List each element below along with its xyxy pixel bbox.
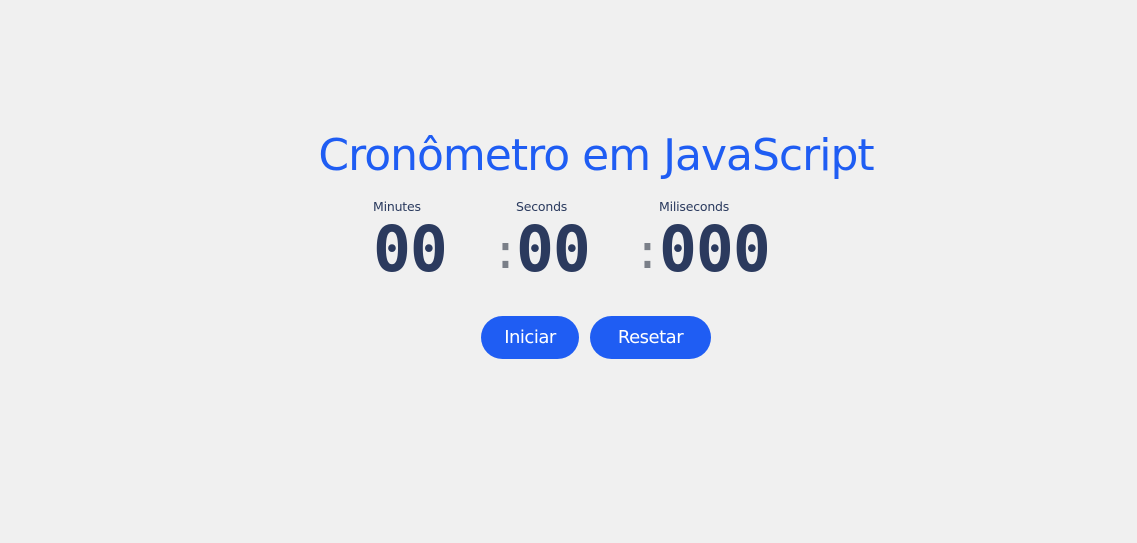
seconds-milliseconds-separator: :	[633, 224, 662, 280]
milliseconds-value: 000	[659, 213, 771, 286]
page-title: Cronômetro em JavaScript	[318, 130, 874, 181]
seconds-unit: Seconds 00	[516, 198, 591, 286]
minutes-unit: Minutes 00	[373, 198, 448, 286]
milliseconds-unit: Miliseconds 000	[659, 198, 771, 286]
seconds-value: 00	[516, 213, 591, 286]
minutes-value: 00	[373, 213, 448, 286]
start-button[interactable]: Iniciar	[481, 316, 579, 359]
reset-button[interactable]: Resetar	[590, 316, 711, 359]
stopwatch-page: Cronômetro em JavaScript Minutes 00 : Se…	[0, 0, 1137, 543]
stopwatch-display: Minutes 00 : Seconds 00 : Miliseconds 00…	[373, 198, 833, 288]
